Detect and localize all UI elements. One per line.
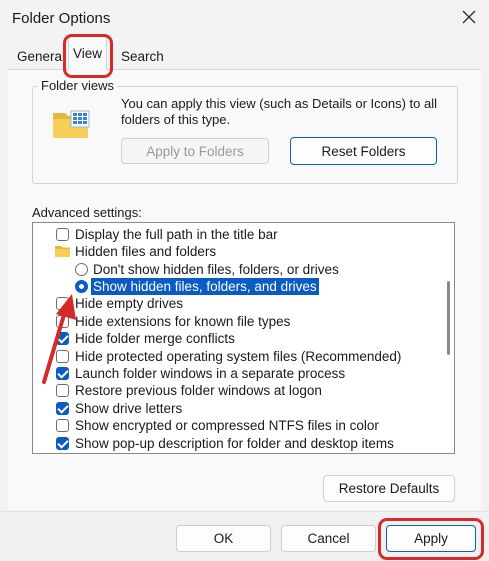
checkbox[interactable] bbox=[56, 419, 69, 432]
advanced-settings-label: Advanced settings: bbox=[32, 205, 142, 220]
folder-views-description-2: folders of this type. bbox=[121, 112, 231, 127]
radio-button[interactable] bbox=[75, 263, 88, 276]
reset-folders-button[interactable]: Reset Folders bbox=[290, 137, 437, 165]
checkbox[interactable] bbox=[56, 402, 69, 415]
window-title: Folder Options bbox=[12, 10, 111, 27]
list-item-label: Show hidden files, folders, and drives bbox=[90, 277, 320, 296]
scrollbar-thumb[interactable] bbox=[447, 281, 450, 355]
list-item-label: Restore previous folder windows at logon bbox=[75, 383, 322, 398]
list-item-label: Hide folder merge conflicts bbox=[75, 331, 235, 346]
view-tab-highlight bbox=[63, 34, 113, 78]
checkbox[interactable] bbox=[56, 437, 69, 450]
cancel-button[interactable]: Cancel bbox=[281, 525, 376, 552]
list-item-label: Show encrypted or compressed NTFS files … bbox=[75, 418, 379, 433]
list-item-label: Show pop-up description for folder and d… bbox=[75, 436, 394, 451]
list-item-label: Hide empty drives bbox=[75, 296, 184, 311]
list-item-label: Display the full path in the title bar bbox=[75, 227, 278, 242]
advanced-settings-list[interactable]: Display the full path in the title bar H… bbox=[32, 222, 455, 454]
list-item-label: Show drive letters bbox=[75, 401, 183, 416]
tab-search[interactable]: Search bbox=[117, 46, 168, 68]
list-item-label: Hide protected operating system files (R… bbox=[75, 349, 402, 364]
tab-general[interactable]: General bbox=[13, 46, 69, 68]
apply-button-highlight bbox=[378, 518, 484, 560]
ok-button[interactable]: OK bbox=[176, 525, 271, 552]
scrollbar[interactable] bbox=[444, 223, 454, 453]
list-item-label: Hide extensions for known file types bbox=[75, 314, 291, 329]
list-item-label: Hidden files and folders bbox=[75, 244, 217, 259]
checkbox[interactable] bbox=[56, 228, 69, 241]
folder-views-description-1: You can apply this view (such as Details… bbox=[121, 96, 438, 111]
annotation-arrow-icon bbox=[42, 294, 76, 384]
list-item-label: Launch folder windows in a separate proc… bbox=[75, 366, 346, 381]
folder-icon bbox=[55, 245, 71, 258]
folder-views-label: Folder views bbox=[38, 78, 117, 93]
apply-to-folders-button[interactable]: Apply to Folders bbox=[121, 138, 269, 164]
restore-defaults-button[interactable]: Restore Defaults bbox=[323, 475, 455, 502]
close-icon[interactable] bbox=[458, 6, 480, 28]
folder-icon bbox=[52, 108, 92, 140]
list-item-label: Don't show hidden files, folders, or dri… bbox=[93, 262, 339, 277]
